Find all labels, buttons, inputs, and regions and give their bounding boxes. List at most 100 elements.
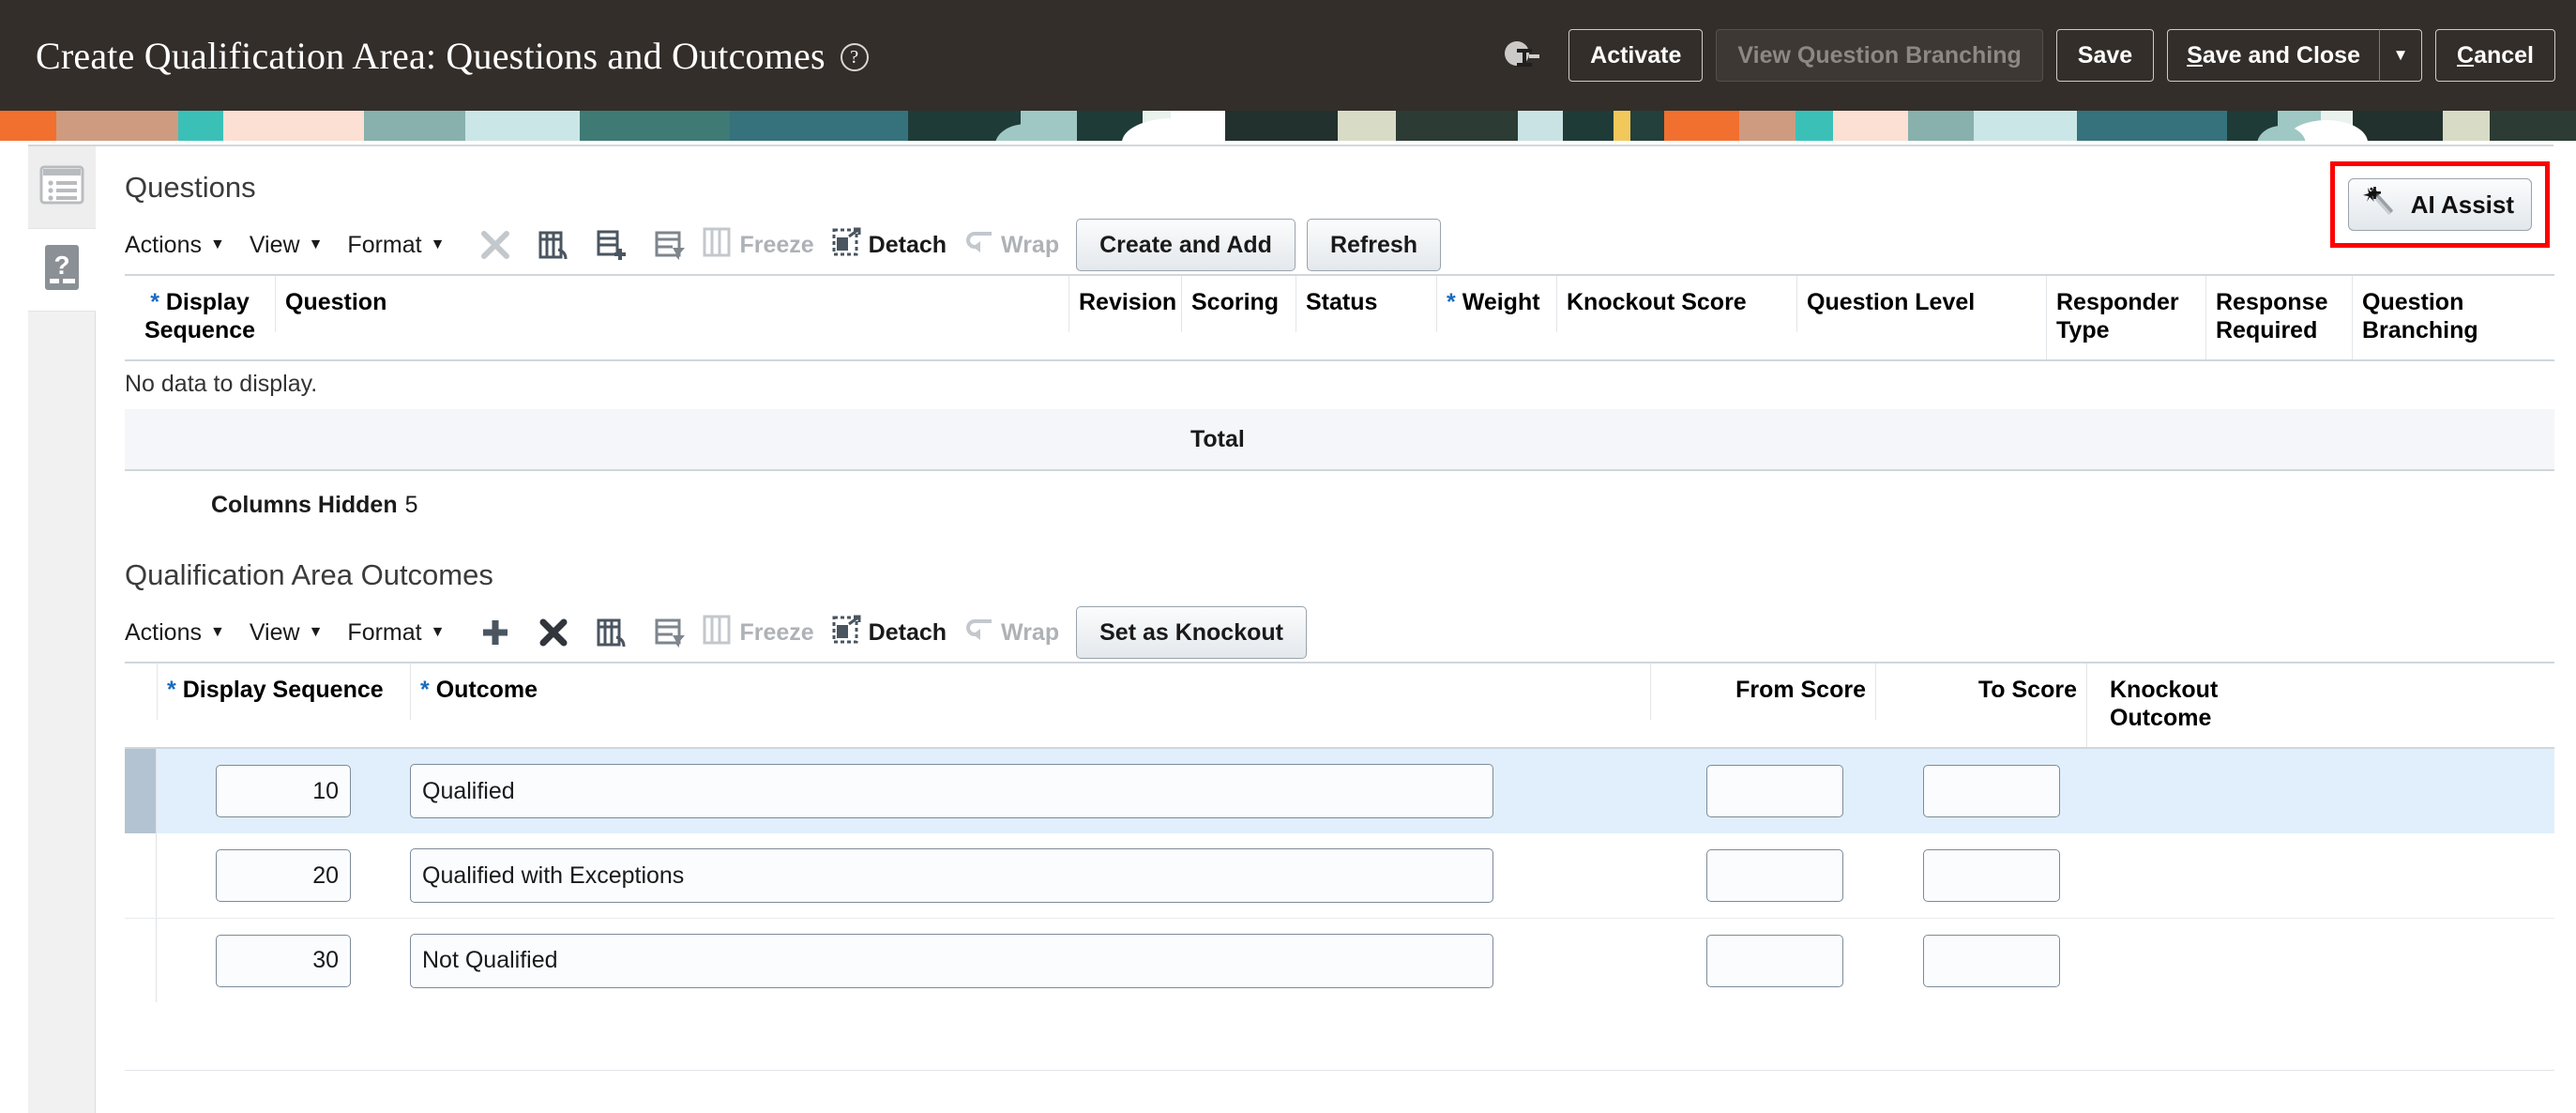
ai-assist-button[interactable]: AI Assist [2347,178,2532,231]
cell-to-score [1875,919,2086,1002]
help-circle-icon[interactable]: ? [840,43,869,71]
questions-col-response-required[interactable]: Response Required [2205,276,2352,359]
questions-col-question[interactable]: Question [275,276,1068,332]
questions-section-title: Questions [125,171,256,204]
questions-table: * Display Sequence Question Revision Sco… [125,274,2554,519]
display-sequence-input[interactable] [216,849,351,902]
row-select-handle[interactable] [125,919,157,1002]
outcomes-col-from-score[interactable]: From Score [1650,663,1875,720]
display-sequence-input[interactable] [216,934,351,987]
columns-hidden-label: Columns Hidden [211,492,398,518]
chevron-down-icon: ▼ [430,624,446,640]
text-cursor-icon [1501,36,1540,75]
cancel-button[interactable]: Cancel [2435,29,2555,82]
outcomes-actions-menu[interactable]: Actions ▼ [125,619,225,647]
outcomes-view-menu[interactable]: View ▼ [250,619,324,647]
questions-col-question-branching[interactable]: Question Branching [2352,276,2517,359]
save-button[interactable]: Save [2055,29,2155,82]
cell-display-sequence [157,749,410,833]
outcomes-col-outcome[interactable]: * Outcome [410,663,1650,720]
questions-actions-menu[interactable]: Actions ▼ [125,232,225,259]
ai-assist-label: AI Assist [2410,190,2514,219]
row-select-handle[interactable] [125,749,157,833]
outcomes-insert-columns-icon[interactable] [585,608,638,657]
question-document-icon: ? [41,243,83,297]
row-select-handle[interactable] [125,833,157,918]
cell-outcome [410,833,1650,918]
to-score-input[interactable] [1923,849,2060,902]
outcomes-col-display-sequence[interactable]: * Display Sequence [157,663,410,720]
table-row[interactable] [125,833,2554,918]
outcomes-detach-button[interactable]: Detach [831,614,947,652]
cell-outcome [410,919,1650,1002]
save-and-close-button[interactable]: Save and Close [2167,29,2379,82]
questions-actions-label: Actions [125,231,202,258]
magic-wand-icon [2362,185,2400,225]
detach-icon [831,226,861,265]
set-as-knockout-button[interactable]: Set as Knockout [1076,606,1307,659]
questions-col-scoring[interactable]: Scoring [1181,276,1296,332]
refresh-button[interactable]: Refresh [1306,219,1442,271]
sidebar-item-questions[interactable]: ? [28,229,96,312]
questions-detach-button[interactable]: Detach [831,226,947,265]
questions-col-status[interactable]: Status [1296,276,1436,332]
wrap-icon [963,614,993,652]
questions-format-menu[interactable]: Format ▼ [347,232,445,259]
save-and-close-dropdown-arrow[interactable]: ▼ [2379,29,2422,82]
create-and-add-button[interactable]: Create and Add [1076,219,1296,271]
app-header: Create Qualification Area: Questions and… [0,0,2576,111]
cell-display-sequence [157,833,410,918]
view-question-branching-button: View Question Branching [1716,29,2043,82]
columns-hidden-count: 5 [404,492,418,518]
outcomes-col-outcome-label: Outcome [435,677,538,703]
from-score-input[interactable] [1706,934,1843,987]
outcomes-col-to-score[interactable]: To Score [1875,663,2086,720]
questions-col-responder-type[interactable]: Responder Type [2046,276,2205,359]
chevron-down-icon: ▼ [308,236,324,252]
questions-col-weight[interactable]: * Weight [1436,276,1556,332]
questions-col-revision[interactable]: Revision [1068,276,1181,332]
outcome-input[interactable] [410,848,1493,903]
wrap-label: Wrap [1001,618,1060,646]
to-score-input[interactable] [1923,765,2060,817]
questions-view-label: View [249,231,300,258]
cancel-mnemonic: C [2457,41,2475,69]
outcomes-view-label: View [249,618,300,646]
cell-knockout-outcome [2086,749,2274,833]
outcomes-actions-label: Actions [125,618,202,646]
page-body: ? Questions AI Assist Actions ▼ View ▼ F… [0,141,2576,1113]
sidebar-item-outline[interactable] [28,146,96,229]
from-score-input[interactable] [1706,849,1843,902]
questions-delete-row-icon [469,221,522,269]
questions-col-question-level[interactable]: Question Level [1796,276,2046,332]
wrap-icon [963,226,993,265]
freeze-icon [702,226,732,265]
questions-insert-columns-icon[interactable] [527,221,580,269]
outcomes-add-row-icon[interactable] [469,608,522,657]
table-row[interactable] [125,749,2554,833]
questions-duplicate-row-icon[interactable] [585,221,638,269]
required-asterisk-icon: * [167,677,176,703]
to-score-input[interactable] [1923,934,2060,987]
outcome-input[interactable] [410,764,1493,818]
cell-to-score [1875,749,2086,833]
outcomes-format-menu[interactable]: Format ▼ [347,619,445,647]
outcomes-delete-row-icon[interactable] [527,608,580,657]
questions-view-menu[interactable]: View ▼ [250,232,324,259]
outcomes-wrap-button: Wrap [963,614,1059,652]
questions-table-header-row: * Display Sequence Question Revision Sco… [125,276,2554,361]
page-title: Create Qualification Area: Questions and… [36,34,869,78]
outcome-input[interactable] [410,933,1493,988]
activate-button[interactable]: Activate [1568,29,1704,82]
page-bottom-divider [125,1070,2554,1071]
questions-col-knockout-score[interactable]: Knockout Score [1556,276,1796,332]
save-and-close-label: ave and Close [2202,41,2360,69]
questions-col-display-sequence[interactable]: * Display Sequence [125,276,275,359]
display-sequence-input[interactable] [216,765,351,817]
outcomes-col-knockout-outcome[interactable]: Knockout Outcome [2086,663,2274,747]
outcomes-section-title: Qualification Area Outcomes [125,558,493,591]
table-row[interactable] [125,918,2554,1002]
left-rail: ? [28,146,96,1113]
from-score-input[interactable] [1706,765,1843,817]
questions-total-label: Total [1190,425,1245,452]
